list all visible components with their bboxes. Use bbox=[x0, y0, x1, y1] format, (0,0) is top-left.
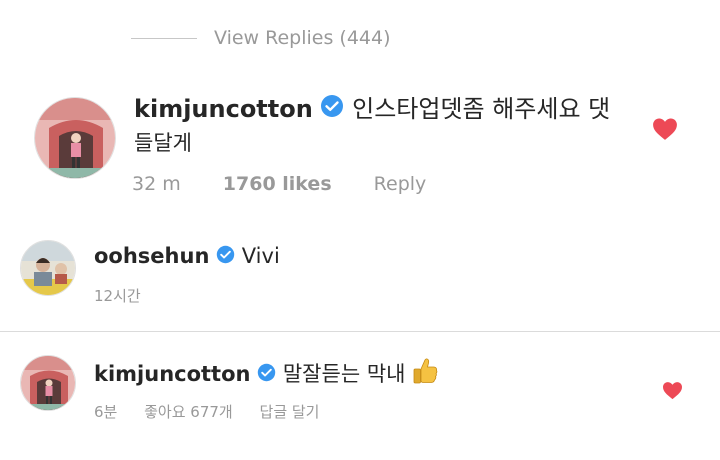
comment-time: 12시간 bbox=[94, 287, 141, 305]
divider bbox=[0, 331, 720, 332]
verified-badge-icon bbox=[320, 93, 344, 127]
heart-icon[interactable] bbox=[662, 381, 683, 404]
heart-icon[interactable] bbox=[652, 117, 678, 145]
avatar[interactable] bbox=[20, 355, 76, 411]
reply-button[interactable]: Reply bbox=[374, 173, 427, 195]
comment-username[interactable]: kimjuncotton bbox=[134, 95, 313, 123]
comment-username[interactable]: oohsehun bbox=[94, 244, 209, 268]
comment-username[interactable]: kimjuncotton bbox=[94, 362, 250, 386]
view-replies-line bbox=[131, 38, 197, 39]
comment-time: 32 m bbox=[132, 173, 181, 195]
avatar-photo bbox=[35, 98, 115, 178]
avatar-photo bbox=[21, 356, 75, 410]
comment-2: oohsehun Vivi bbox=[94, 241, 280, 272]
verified-badge-icon bbox=[257, 360, 276, 390]
thumbs-up-icon bbox=[412, 357, 438, 393]
comment-meta: 6분 좋아요 677개 답글 달기 bbox=[94, 401, 341, 422]
comment-text-continued: 들달게 bbox=[134, 131, 192, 155]
avatar[interactable] bbox=[20, 240, 76, 296]
avatar-photo bbox=[21, 241, 75, 295]
comment-likes[interactable]: 1760 likes bbox=[223, 173, 332, 195]
comment-meta: 32 m 1760 likes Reply bbox=[132, 173, 462, 195]
comment-1: kimjuncotton 인스타업뎃좀 해주세요 댓 bbox=[134, 92, 634, 127]
view-replies-button[interactable]: View Replies (444) bbox=[214, 27, 391, 49]
comment-text: 말잘듣는 막내 bbox=[282, 362, 406, 386]
comment-likes[interactable]: 좋아요 677개 bbox=[144, 403, 233, 421]
avatar[interactable] bbox=[34, 97, 116, 179]
comment-time: 6분 bbox=[94, 403, 118, 421]
verified-badge-icon bbox=[216, 242, 235, 272]
reply-button[interactable]: 답글 달기 bbox=[260, 403, 320, 421]
comment-text: Vivi bbox=[241, 244, 280, 268]
comment-text: 인스타업뎃좀 해주세요 댓 bbox=[352, 95, 611, 123]
comment-3: kimjuncotton 말잘듣는 막내 bbox=[94, 357, 438, 393]
